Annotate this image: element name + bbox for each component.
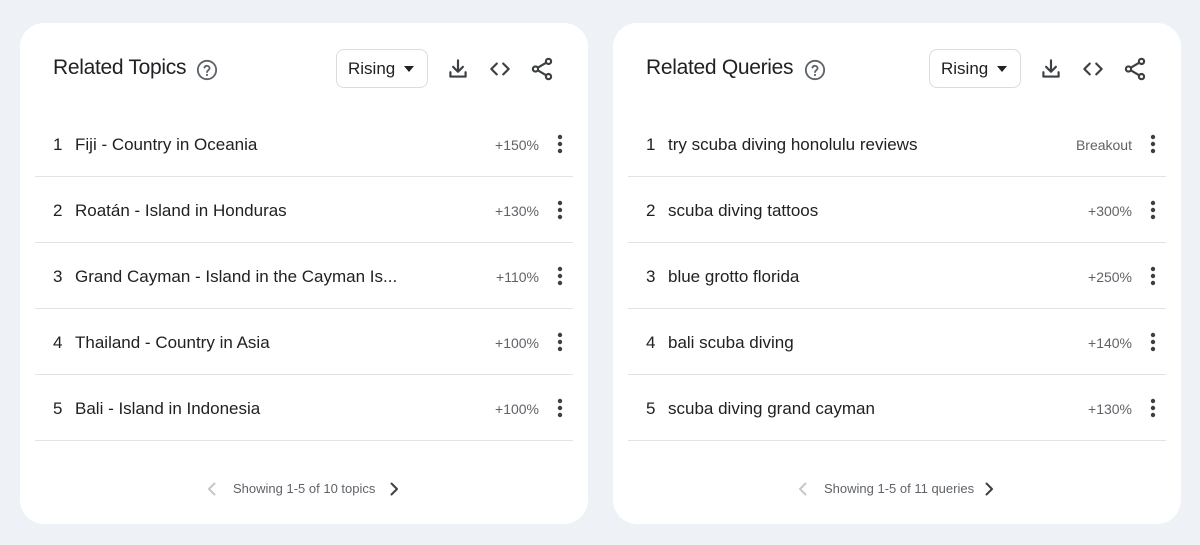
item-label[interactable]: Fiji - Country in Oceania <box>75 135 257 155</box>
item-rank: 3 <box>646 267 656 286</box>
item-label[interactable]: bali scuba diving <box>668 333 794 353</box>
item-value: +130% <box>495 203 539 219</box>
more-vert-icon[interactable] <box>553 264 567 288</box>
download-icon[interactable] <box>445 56 471 82</box>
item-value: +150% <box>495 137 539 153</box>
filter-select-value: Rising <box>348 59 396 78</box>
item-label[interactable]: blue grotto florida <box>668 267 799 287</box>
pagination-text: Showing 1-5 of 11 queries <box>824 481 975 496</box>
more-vert-icon[interactable] <box>1146 198 1160 222</box>
pagination: Showing 1-5 of 10 topics <box>20 478 588 500</box>
item-rank: 5 <box>53 399 63 418</box>
item-rank: 1 <box>53 135 63 154</box>
item-value: +110% <box>496 269 539 285</box>
more-vert-icon[interactable] <box>1146 264 1160 288</box>
item-rank: 2 <box>646 201 656 220</box>
item-value: +300% <box>1088 203 1132 219</box>
caret-down-icon <box>404 66 414 72</box>
more-vert-icon[interactable] <box>1146 132 1160 156</box>
card-header: Related Topics Rising <box>20 49 588 89</box>
item-rank: 3 <box>53 267 63 286</box>
chevron-right-icon[interactable] <box>981 480 997 498</box>
item-rank: 4 <box>646 333 656 352</box>
item-label[interactable]: try scuba diving honolulu reviews <box>668 135 917 155</box>
item-value: Breakout <box>1075 137 1132 153</box>
download-icon[interactable] <box>1038 56 1064 82</box>
help-circle-icon[interactable] <box>804 59 826 81</box>
chevron-right-icon[interactable] <box>386 480 402 498</box>
related-queries-card: Related Queries Rising 1 try scuba divin… <box>613 23 1181 524</box>
filter-select-value: Rising <box>941 59 989 78</box>
code-icon[interactable] <box>1080 56 1106 82</box>
help-circle-icon[interactable] <box>196 59 218 81</box>
item-label[interactable]: Bali - Island in Indonesia <box>75 399 260 419</box>
item-value: +100% <box>495 401 539 417</box>
list-item[interactable]: 3 blue grotto florida +250% <box>628 243 1166 309</box>
item-label[interactable]: scuba diving grand cayman <box>668 399 875 419</box>
item-label[interactable]: scuba diving tattoos <box>668 201 818 221</box>
chevron-left-icon[interactable] <box>204 480 220 498</box>
filter-select[interactable]: Rising <box>929 49 1021 88</box>
item-label[interactable]: Roatán - Island in Honduras <box>75 201 287 221</box>
list-item[interactable]: 4 bali scuba diving +140% <box>628 309 1166 375</box>
item-label[interactable]: Thailand - Country in Asia <box>75 333 270 353</box>
card-header: Related Queries Rising <box>613 49 1181 89</box>
queries-list: 1 try scuba diving honolulu reviews Brea… <box>628 111 1166 441</box>
share-icon[interactable] <box>1122 56 1148 82</box>
item-rank: 2 <box>53 201 63 220</box>
chevron-left-icon[interactable] <box>795 480 811 498</box>
list-item[interactable]: 2 Roatán - Island in Honduras +130% <box>35 177 573 243</box>
card-title: Related Topics <box>53 56 187 79</box>
item-rank: 5 <box>646 399 656 418</box>
list-item[interactable]: 3 Grand Cayman - Island in the Cayman Is… <box>35 243 573 309</box>
more-vert-icon[interactable] <box>553 330 567 354</box>
card-title: Related Queries <box>646 56 794 79</box>
list-item[interactable]: 5 Bali - Island in Indonesia +100% <box>35 375 573 441</box>
share-icon[interactable] <box>529 56 555 82</box>
related-topics-card: Related Topics Rising 1 Fiji - Country i… <box>20 23 588 524</box>
item-value: +100% <box>495 335 539 351</box>
list-item[interactable]: 2 scuba diving tattoos +300% <box>628 177 1166 243</box>
item-value: +130% <box>1088 401 1132 417</box>
item-value: +250% <box>1088 269 1132 285</box>
pagination: Showing 1-5 of 11 queries <box>613 478 1181 500</box>
filter-select[interactable]: Rising <box>336 49 428 88</box>
list-item[interactable]: 1 try scuba diving honolulu reviews Brea… <box>628 111 1166 177</box>
more-vert-icon[interactable] <box>1146 330 1160 354</box>
more-vert-icon[interactable] <box>553 132 567 156</box>
item-rank: 1 <box>646 135 656 154</box>
more-vert-icon[interactable] <box>1146 396 1160 420</box>
list-item[interactable]: 1 Fiji - Country in Oceania +150% <box>35 111 573 177</box>
list-item[interactable]: 5 scuba diving grand cayman +130% <box>628 375 1166 441</box>
more-vert-icon[interactable] <box>553 396 567 420</box>
caret-down-icon <box>997 66 1007 72</box>
item-label[interactable]: Grand Cayman - Island in the Cayman Is..… <box>75 267 397 287</box>
list-item[interactable]: 4 Thailand - Country in Asia +100% <box>35 309 573 375</box>
topics-list: 1 Fiji - Country in Oceania +150% 2 Roat… <box>35 111 573 441</box>
item-rank: 4 <box>53 333 63 352</box>
code-icon[interactable] <box>487 56 513 82</box>
more-vert-icon[interactable] <box>553 198 567 222</box>
item-value: +140% <box>1088 335 1132 351</box>
pagination-text: Showing 1-5 of 10 topics <box>233 481 376 496</box>
